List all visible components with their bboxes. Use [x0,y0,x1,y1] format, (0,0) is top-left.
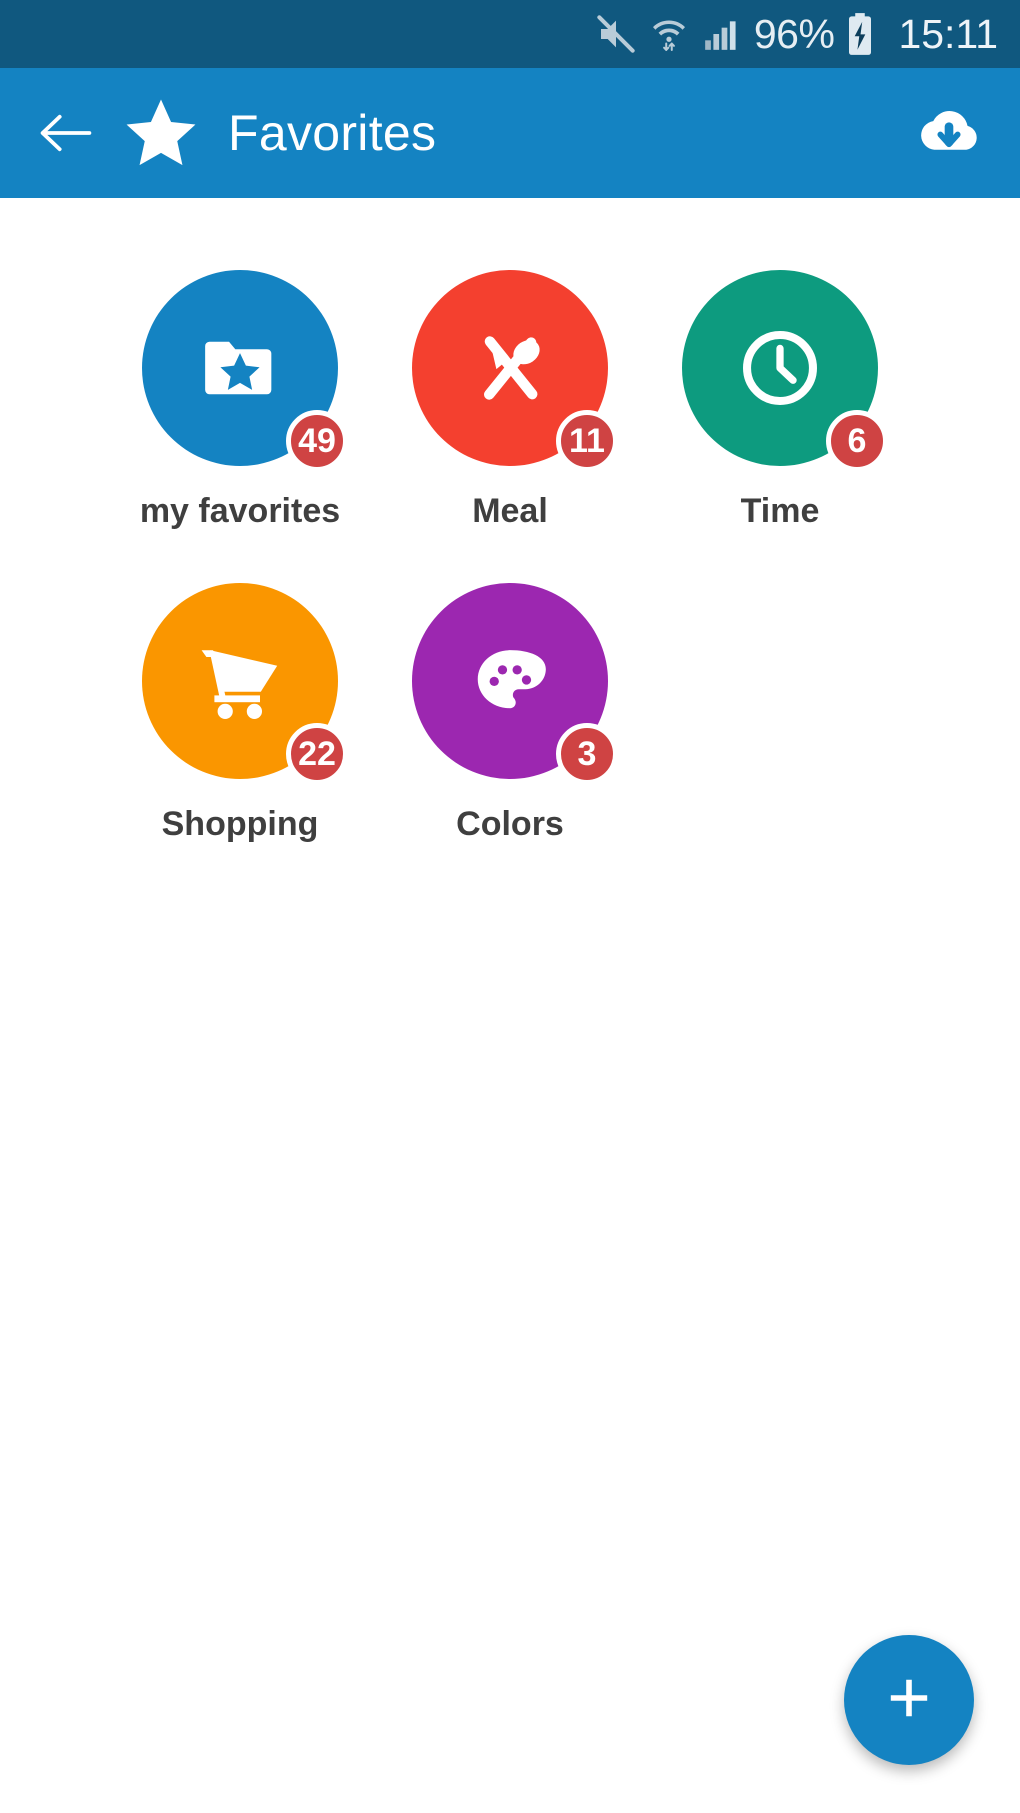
battery-percent-label: 96% [753,10,835,57]
status-bar-clock: 15:11 [898,10,998,57]
add-fab-button[interactable] [844,1635,974,1765]
content-area: 49 my favorites 11 Meal 6 Time 22 Shoppi… [0,198,1020,1813]
favorites-grid: 49 my favorites 11 Meal 6 Time 22 Shoppi… [0,270,1020,844]
grid-item-empty [645,583,915,844]
grid-item-label: Meal [472,492,548,530]
badge-count: 6 [826,410,888,472]
icon-container: 6 [682,270,888,472]
icon-container: 3 [412,583,618,785]
badge-count: 49 [286,410,348,472]
page-title: Favorites [228,105,437,161]
grid-item-label: my favorites [139,492,341,530]
wifi-icon [650,14,688,54]
app-bar: Favorites [0,68,1020,198]
back-arrow-icon[interactable] [38,105,94,161]
icon-container: 11 [412,270,618,472]
grid-item-label: Colors [456,805,564,843]
grid-item-label: Shopping [161,805,319,843]
icon-container: 22 [142,583,348,785]
speaker-mute-icon [596,14,636,54]
cloud-download-icon[interactable] [912,96,986,170]
status-bar: 96% 15:11 [0,0,1020,68]
badge-count: 22 [286,723,348,785]
cellular-signal-icon [702,15,740,53]
plus-icon [881,1670,937,1731]
grid-item-time[interactable]: 6 Time [645,270,915,531]
grid-item-label: Time [740,492,820,530]
icon-container: 49 [142,270,348,472]
grid-item-meal[interactable]: 11 Meal [375,270,645,531]
badge-count: 11 [556,410,618,472]
battery-charging-icon [846,12,874,56]
grid-item-my-favorites[interactable]: 49 my favorites [105,270,375,531]
badge-count: 3 [556,723,618,785]
star-icon [122,95,200,171]
grid-item-colors[interactable]: 3 Colors [375,583,645,844]
grid-item-shopping[interactable]: 22 Shopping [105,583,375,844]
status-bar-icons: 96% 15:11 [596,12,998,56]
